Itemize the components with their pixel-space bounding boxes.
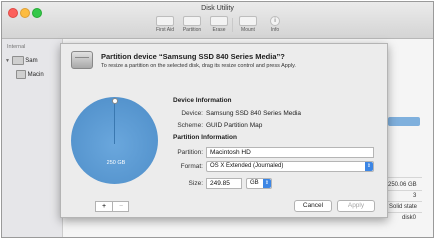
apply-button[interactable]: Apply [337,200,375,212]
add-partition-button[interactable]: + [96,202,113,211]
partition-icon [183,16,201,26]
info-icon: i [270,16,280,26]
sidebar-item-volume[interactable]: Macin [16,70,44,82]
scheme-label: Scheme: [177,122,203,129]
title-bar: Disk Utility First Aid Partition Erase M… [2,2,433,39]
device-label: Device: [181,110,203,117]
toolbar-separator [232,18,233,32]
sidebar: Internal ▼ Sam Macin [2,39,63,237]
sidebar-section-internal: Internal [7,44,26,50]
first-aid-icon [156,16,174,26]
disclosure-triangle-icon[interactable]: ▼ [5,58,10,64]
partition-button[interactable]: Partition [179,16,205,36]
pie-size-label: 250 GB [106,160,126,166]
usage-bar [388,117,420,126]
disk-utility-window: Disk Utility First Aid Partition Erase M… [1,1,434,238]
partition-name-field[interactable] [206,147,374,158]
first-aid-label: First Aid [155,27,175,33]
size-unit-value: GB [250,180,259,186]
erase-label: Erase [212,27,226,33]
size-label: Size: [188,180,203,187]
sheet-title: Partition device “Samsung SSD 840 Series… [101,52,285,61]
volume-icon [16,70,26,79]
child-count-value: 3 [413,193,417,199]
chevron-updown-icon: ⇕ [263,179,271,188]
mount-button[interactable]: Mount [235,16,261,36]
partition-label: Partition: [177,149,203,156]
mount-icon [239,16,257,26]
size-field[interactable] [206,178,242,189]
device-value: Samsung SSD 840 Series Media [206,110,302,117]
window-title: Disk Utility [201,5,234,12]
partition-label: Partition [182,27,202,33]
size-unit-popup[interactable]: GB ⇕ [246,178,272,189]
partition-info-header: Partition Information [173,134,237,141]
erase-icon [210,16,228,26]
resize-control-handle[interactable] [112,98,118,104]
sheet-subtitle: To resize a partition on the selected di… [101,63,296,69]
format-popup[interactable]: OS X Extended (Journaled) ⇕ [206,161,374,172]
capacity-value: 250.06 GB [388,182,417,188]
chevron-updown-icon: ⇕ [365,162,373,171]
scheme-value: GUID Partition Map [206,122,263,129]
partition-sheet: Partition device “Samsung SSD 840 Series… [60,43,388,218]
add-remove-partition-control: + − [95,201,129,212]
remove-partition-button[interactable]: − [113,202,129,211]
cancel-button[interactable]: Cancel [294,200,332,212]
partition-divider-line [114,102,115,144]
info-label: Info [270,27,280,33]
mount-label: Mount [241,27,255,33]
sidebar-item-volume-label: Macin [27,72,44,79]
device-id-value: disk0 [402,215,417,221]
format-label: Format: [180,163,203,170]
type-value: Solid state [389,204,418,210]
format-popup-value: OS X Extended (Journaled) [210,163,284,169]
disk-icon [11,56,24,65]
sidebar-item-disk[interactable]: ▼ Sam [5,56,38,68]
sidebar-item-disk-label: Sam [25,58,38,65]
erase-button[interactable]: Erase [206,16,232,36]
hard-drive-icon [71,51,93,69]
info-button[interactable]: i Info [262,16,288,36]
device-info-header: Device Information [173,97,232,104]
first-aid-button[interactable]: First Aid [152,16,178,36]
